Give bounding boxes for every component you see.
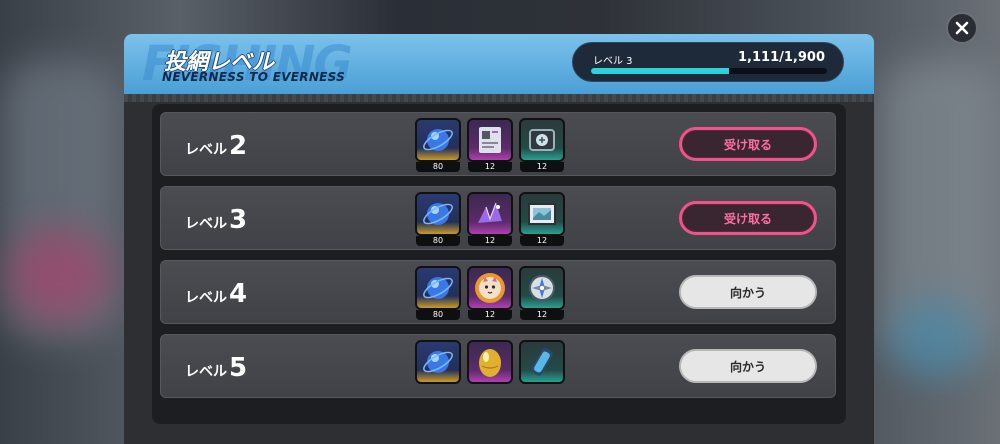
reward-item[interactable]: 12 bbox=[467, 266, 515, 320]
level-row-label: レベル3 bbox=[185, 205, 247, 235]
level-prefix: レベル bbox=[185, 290, 227, 306]
level-prefix: レベル bbox=[185, 216, 227, 232]
blue-orb-icon bbox=[415, 192, 461, 236]
level-row: レベル4 80 12 12 向かう bbox=[160, 260, 836, 324]
reward-quantity: 80 bbox=[416, 162, 460, 172]
xp-progress-bar bbox=[591, 68, 827, 74]
current-level-label: レベル 3 bbox=[593, 56, 633, 67]
picture-frame-icon bbox=[519, 192, 565, 236]
gold-egg-icon bbox=[467, 340, 513, 384]
page-subtitle: NEVERNESS TO EVERNESS bbox=[162, 70, 346, 84]
fishing-level-panel: FISHING 投網レベル NEVERNESS TO EVERNESS レベル … bbox=[124, 34, 874, 444]
reward-quantity: 12 bbox=[520, 310, 564, 320]
level-progress-box: レベル 3 1,111/1,900 bbox=[572, 42, 844, 82]
reward-item[interactable] bbox=[467, 340, 515, 394]
go-button[interactable]: 向かう bbox=[679, 275, 817, 309]
xp-progress-fill bbox=[591, 68, 730, 74]
level-reward-list[interactable]: レベル2 80 12 12 受け取る レベル3 80 12 12 受け取る レベル4 80 12 12 向か… bbox=[152, 104, 846, 424]
reward-item[interactable] bbox=[415, 340, 463, 394]
crystal-cluster-icon bbox=[467, 192, 513, 236]
cat-badge-icon bbox=[467, 266, 513, 310]
header-divider bbox=[124, 94, 874, 102]
go-button[interactable]: 向かう bbox=[679, 349, 817, 383]
reward-item[interactable]: 80 bbox=[415, 266, 463, 320]
blue-orb-icon bbox=[415, 340, 461, 384]
reward-quantity: 80 bbox=[416, 236, 460, 246]
level-row: レベル5 向かう bbox=[160, 334, 836, 398]
background-blur bbox=[890, 300, 980, 380]
level-row: レベル2 80 12 12 受け取る bbox=[160, 112, 836, 176]
tablet-device-icon bbox=[519, 118, 565, 162]
blue-orb-icon bbox=[415, 266, 461, 310]
reward-quantity: 12 bbox=[468, 236, 512, 246]
level-row-label: レベル5 bbox=[185, 353, 247, 383]
close-icon bbox=[955, 21, 969, 35]
reward-item[interactable]: 80 bbox=[415, 192, 463, 246]
claim-button[interactable]: 受け取る bbox=[679, 127, 817, 161]
reward-item[interactable]: 12 bbox=[467, 118, 515, 172]
level-row-label: レベル4 bbox=[185, 279, 247, 309]
reward-item[interactable]: 80 bbox=[415, 118, 463, 172]
xp-readout: 1,111/1,900 bbox=[738, 50, 825, 65]
reward-quantity: 12 bbox=[468, 310, 512, 320]
level-row-label: レベル2 bbox=[185, 131, 247, 161]
reward-quantity: 12 bbox=[520, 162, 564, 172]
reward-item[interactable]: 12 bbox=[519, 266, 567, 320]
level-number: 5 bbox=[229, 353, 248, 383]
reward-quantity: 12 bbox=[468, 162, 512, 172]
level-row: レベル3 80 12 12 受け取る bbox=[160, 186, 836, 250]
level-number: 2 bbox=[229, 131, 248, 161]
reward-item[interactable]: 12 bbox=[519, 118, 567, 172]
level-number: 4 bbox=[229, 279, 248, 309]
blue-orb-icon bbox=[415, 118, 461, 162]
reward-quantity: 80 bbox=[416, 310, 460, 320]
level-prefix: レベル bbox=[185, 364, 227, 380]
close-button[interactable] bbox=[946, 12, 978, 44]
reward-item[interactable] bbox=[519, 340, 567, 394]
reward-item[interactable]: 12 bbox=[467, 192, 515, 246]
energy-cylinder-icon bbox=[519, 340, 565, 384]
level-number: 3 bbox=[229, 205, 248, 235]
claim-button[interactable]: 受け取る bbox=[679, 201, 817, 235]
reward-item[interactable]: 12 bbox=[519, 192, 567, 246]
background-blur bbox=[10, 230, 110, 320]
reward-quantity: 12 bbox=[520, 236, 564, 246]
compass-icon bbox=[519, 266, 565, 310]
document-card-icon bbox=[467, 118, 513, 162]
panel-header: FISHING 投網レベル NEVERNESS TO EVERNESS レベル … bbox=[124, 34, 874, 94]
level-prefix: レベル bbox=[185, 142, 227, 158]
